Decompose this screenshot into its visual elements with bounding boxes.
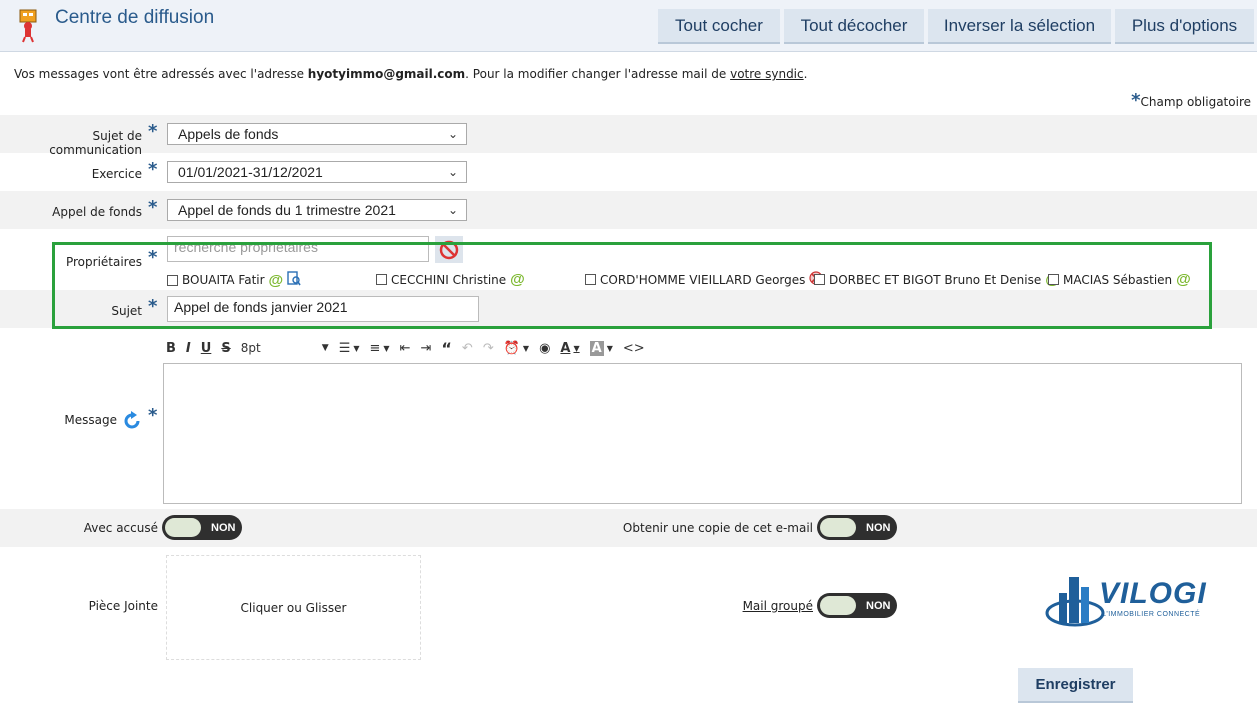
copy-toggle[interactable]: NON <box>817 515 897 540</box>
logo-tagline: L'IMMOBILIER CONNECTÉ <box>1102 611 1201 618</box>
toggle-knob <box>165 518 201 537</box>
attachment-dropzone[interactable]: Cliquer ou Glisser <box>166 555 421 660</box>
bullet-list-icon[interactable]: ☰ ▼ <box>339 341 360 356</box>
redo-icon[interactable]: ↷ <box>483 341 494 356</box>
strikethrough-icon[interactable]: S <box>221 341 230 356</box>
ack-toggle[interactable]: NON <box>162 515 242 540</box>
required-legend: *Champ obligatoire <box>1131 90 1251 111</box>
toggle-knob <box>820 596 856 615</box>
save-button[interactable]: Enregistrer <box>1018 668 1133 703</box>
bold-icon[interactable]: B <box>166 341 176 356</box>
blockquote-icon[interactable]: “ <box>441 339 452 358</box>
subject-type-select[interactable]: Appels de fonds ⌄ <box>167 123 467 145</box>
underline-icon[interactable]: U <box>201 341 212 356</box>
toggle-knob <box>820 518 856 537</box>
attachment-label: Pièce Jointe <box>88 599 158 613</box>
message-label: Message <box>64 413 117 427</box>
page-title: Centre de diffusion <box>55 7 215 28</box>
required-star-icon: * <box>148 197 158 218</box>
code-view-icon[interactable]: <> <box>623 341 645 356</box>
sender-notice: Vos messages vont être adressés avec l'a… <box>14 67 808 81</box>
more-options-button[interactable]: Plus d'options <box>1115 9 1254 44</box>
fund-call-label: Appel de fonds <box>52 205 142 219</box>
text-color-icon[interactable]: A ▼ <box>560 341 579 356</box>
message-editor[interactable] <box>163 363 1242 504</box>
syndic-link[interactable]: votre syndic <box>730 67 804 81</box>
grouped-mail-toggle[interactable]: NON <box>817 593 897 618</box>
highlight-color-icon[interactable]: A ▼ <box>589 340 613 356</box>
exercise-label: Exercice <box>91 167 142 181</box>
italic-icon[interactable]: I <box>186 341 191 356</box>
chevron-down-icon: ⌄ <box>447 127 458 141</box>
undo-icon[interactable]: ↶ <box>462 341 473 356</box>
font-size-select[interactable]: 8pt ▼ <box>241 341 329 355</box>
uncheck-all-button[interactable]: Tout décocher <box>784 9 924 44</box>
editor-toolbar: B I U S 8pt ▼ ☰ ▼ ≡ ▼ ⇤ ⇥ “ ↶ ↷ ⏰ ▼ ◉ A ▼ A ▼ … <box>166 338 655 358</box>
check-all-button[interactable]: Tout cocher <box>658 9 780 44</box>
fund-call-select[interactable]: Appel de fonds du 1 trimestre 2021 ⌄ <box>167 199 467 221</box>
caret-down-icon: ▼ <box>321 343 329 353</box>
alarm-clock-icon[interactable]: ⏰ ▼ <box>504 341 529 356</box>
ack-label: Avec accusé <box>83 521 158 535</box>
copy-label: Obtenir une copie de cet e-mail <box>622 521 813 535</box>
preview-eye-icon[interactable]: ◉ <box>539 341 550 356</box>
subject-type-label: Sujet de communication <box>49 129 142 157</box>
outdent-icon[interactable]: ⇤ <box>400 341 411 356</box>
app-logo-icon <box>17 9 39 43</box>
grouped-mail-label: Mail groupé <box>742 599 813 613</box>
invert-selection-button[interactable]: Inverser la sélection <box>928 9 1111 44</box>
chevron-down-icon: ⌄ <box>447 165 458 179</box>
chevron-down-icon: ⌄ <box>447 203 458 217</box>
highlight-box <box>52 242 1212 329</box>
vilogi-logo: VILOGI L'IMMOBILIER CONNECTÉ <box>1045 571 1235 631</box>
indent-icon[interactable]: ⇥ <box>420 341 431 356</box>
required-star-icon: * <box>1131 90 1141 111</box>
required-star-icon: * <box>148 405 158 426</box>
refresh-icon[interactable] <box>121 410 143 435</box>
numbered-list-icon[interactable]: ≡ ▼ <box>370 341 390 356</box>
sender-email: hyotyimmo@gmail.com <box>307 67 466 81</box>
required-star-icon: * <box>148 159 158 180</box>
logo-wordmark: VILOGI <box>1099 577 1207 610</box>
required-star-icon: * <box>148 121 158 142</box>
exercise-select[interactable]: 01/01/2021-31/12/2021 ⌄ <box>167 161 467 183</box>
